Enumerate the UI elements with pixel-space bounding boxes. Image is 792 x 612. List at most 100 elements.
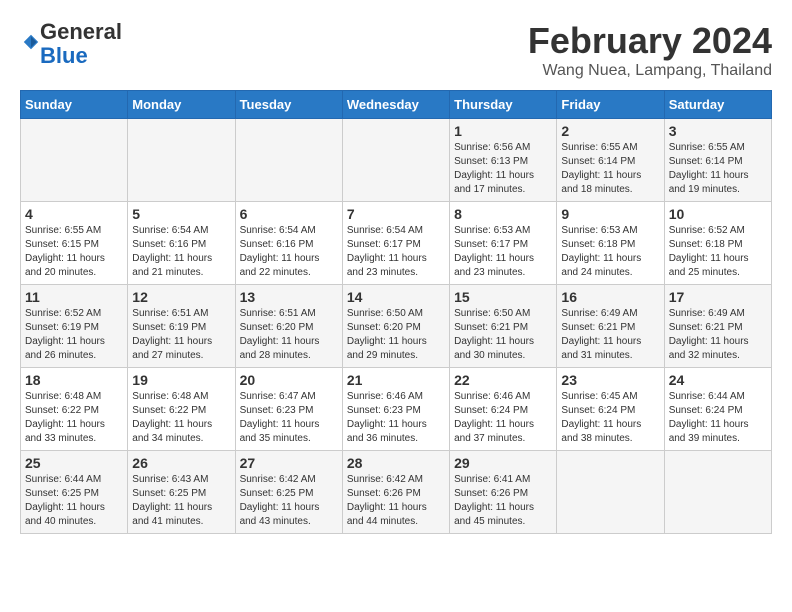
calendar-week-row: 4 Sunrise: 6:55 AM Sunset: 6:15 PM Daylig… xyxy=(21,202,772,285)
day-number: 5 xyxy=(132,206,230,222)
calendar-cell: 12 Sunrise: 6:51 AM Sunset: 6:19 PM Dayli… xyxy=(128,285,235,368)
logo-text: General Blue xyxy=(40,20,122,68)
calendar-cell xyxy=(342,119,449,202)
day-number: 20 xyxy=(240,372,338,388)
day-info: Sunrise: 6:54 AM Sunset: 6:16 PM Dayligh… xyxy=(132,224,230,280)
calendar-cell: 1Sunrise: 6:56 AM Sunset: 6:13 PM Daylig… xyxy=(450,119,557,202)
weekday-header-sunday: Sunday xyxy=(21,91,128,119)
day-number: 28 xyxy=(347,455,445,471)
calendar-cell: 21 Sunrise: 6:46 AM Sunset: 6:23 PM Dayli… xyxy=(342,368,449,451)
day-info: Sunrise: 6:48 AM Sunset: 6:22 PM Dayligh… xyxy=(132,390,230,446)
main-title: February 2024 xyxy=(528,20,772,62)
calendar-cell: 14Sunrise: 6:50 AM Sunset: 6:20 PM Dayli… xyxy=(342,285,449,368)
day-info: Sunrise: 6:42 AM Sunset: 6:26 PM Dayligh… xyxy=(347,473,445,529)
calendar-cell xyxy=(235,119,342,202)
day-info: Sunrise: 6:55 AM Sunset: 6:14 PM Dayligh… xyxy=(669,141,767,197)
logo: General Blue xyxy=(20,20,122,68)
day-number: 12 xyxy=(132,289,230,305)
calendar-cell: 2Sunrise: 6:55 AM Sunset: 6:14 PM Daylig… xyxy=(557,119,664,202)
logo-icon xyxy=(22,33,40,51)
day-number: 27 xyxy=(240,455,338,471)
day-info: Sunrise: 6:53 AM Sunset: 6:18 PM Dayligh… xyxy=(561,224,659,280)
day-number: 11 xyxy=(25,289,123,305)
day-number: 8 xyxy=(454,206,552,222)
day-number: 24 xyxy=(669,372,767,388)
calendar-cell: 16 Sunrise: 6:49 AM Sunset: 6:21 PM Dayli… xyxy=(557,285,664,368)
calendar-cell: 19 Sunrise: 6:48 AM Sunset: 6:22 PM Dayli… xyxy=(128,368,235,451)
weekday-header-monday: Monday xyxy=(128,91,235,119)
day-info: Sunrise: 6:44 AM Sunset: 6:25 PM Dayligh… xyxy=(25,473,123,529)
calendar-cell xyxy=(664,451,771,534)
calendar-cell xyxy=(128,119,235,202)
day-info: Sunrise: 6:44 AM Sunset: 6:24 PM Dayligh… xyxy=(669,390,767,446)
calendar-cell: 25 Sunrise: 6:44 AM Sunset: 6:25 PM Dayli… xyxy=(21,451,128,534)
day-number: 13 xyxy=(240,289,338,305)
day-info: Sunrise: 6:51 AM Sunset: 6:20 PM Dayligh… xyxy=(240,307,338,363)
day-number: 16 xyxy=(561,289,659,305)
day-info: Sunrise: 6:50 AM Sunset: 6:21 PM Dayligh… xyxy=(454,307,552,363)
day-info: Sunrise: 6:42 AM Sunset: 6:25 PM Dayligh… xyxy=(240,473,338,529)
day-info: Sunrise: 6:55 AM Sunset: 6:15 PM Dayligh… xyxy=(25,224,123,280)
day-number: 21 xyxy=(347,372,445,388)
day-info: Sunrise: 6:46 AM Sunset: 6:24 PM Dayligh… xyxy=(454,390,552,446)
calendar-cell: 18 Sunrise: 6:48 AM Sunset: 6:22 PM Dayli… xyxy=(21,368,128,451)
calendar-cell: 15 Sunrise: 6:50 AM Sunset: 6:21 PM Dayli… xyxy=(450,285,557,368)
day-number: 15 xyxy=(454,289,552,305)
day-info: Sunrise: 6:49 AM Sunset: 6:21 PM Dayligh… xyxy=(561,307,659,363)
calendar-cell: 3 Sunrise: 6:55 AM Sunset: 6:14 PM Daylig… xyxy=(664,119,771,202)
weekday-header-row: SundayMondayTuesdayWednesdayThursdayFrid… xyxy=(21,91,772,119)
day-number: 18 xyxy=(25,372,123,388)
day-number: 25 xyxy=(25,455,123,471)
day-number: 23 xyxy=(561,372,659,388)
calendar-cell: 17 Sunrise: 6:49 AM Sunset: 6:21 PM Dayli… xyxy=(664,285,771,368)
day-info: Sunrise: 6:51 AM Sunset: 6:19 PM Dayligh… xyxy=(132,307,230,363)
day-info: Sunrise: 6:46 AM Sunset: 6:23 PM Dayligh… xyxy=(347,390,445,446)
weekday-header-tuesday: Tuesday xyxy=(235,91,342,119)
calendar-week-row: 25 Sunrise: 6:44 AM Sunset: 6:25 PM Dayli… xyxy=(21,451,772,534)
day-info: Sunrise: 6:56 AM Sunset: 6:13 PM Dayligh… xyxy=(454,141,552,197)
day-info: Sunrise: 6:47 AM Sunset: 6:23 PM Dayligh… xyxy=(240,390,338,446)
day-info: Sunrise: 6:54 AM Sunset: 6:16 PM Dayligh… xyxy=(240,224,338,280)
day-number: 10 xyxy=(669,206,767,222)
weekday-header-thursday: Thursday xyxy=(450,91,557,119)
calendar-cell: 10Sunrise: 6:52 AM Sunset: 6:18 PM Dayli… xyxy=(664,202,771,285)
day-info: Sunrise: 6:49 AM Sunset: 6:21 PM Dayligh… xyxy=(669,307,767,363)
calendar-cell: 20 Sunrise: 6:47 AM Sunset: 6:23 PM Dayli… xyxy=(235,368,342,451)
calendar-cell: 27 Sunrise: 6:42 AM Sunset: 6:25 PM Dayli… xyxy=(235,451,342,534)
calendar-week-row: 1Sunrise: 6:56 AM Sunset: 6:13 PM Daylig… xyxy=(21,119,772,202)
weekday-header-saturday: Saturday xyxy=(664,91,771,119)
calendar-cell: 6 Sunrise: 6:54 AM Sunset: 6:16 PM Daylig… xyxy=(235,202,342,285)
day-info: Sunrise: 6:48 AM Sunset: 6:22 PM Dayligh… xyxy=(25,390,123,446)
calendar-cell: 8 Sunrise: 6:53 AM Sunset: 6:17 PM Daylig… xyxy=(450,202,557,285)
day-number: 9 xyxy=(561,206,659,222)
calendar-cell: 5 Sunrise: 6:54 AM Sunset: 6:16 PM Daylig… xyxy=(128,202,235,285)
calendar-cell xyxy=(21,119,128,202)
day-number: 4 xyxy=(25,206,123,222)
day-number: 26 xyxy=(132,455,230,471)
weekday-header-wednesday: Wednesday xyxy=(342,91,449,119)
calendar-cell: 9 Sunrise: 6:53 AM Sunset: 6:18 PM Daylig… xyxy=(557,202,664,285)
day-number: 6 xyxy=(240,206,338,222)
day-number: 3 xyxy=(669,123,767,139)
calendar-cell: 23Sunrise: 6:45 AM Sunset: 6:24 PM Dayli… xyxy=(557,368,664,451)
calendar-cell xyxy=(557,451,664,534)
day-number: 19 xyxy=(132,372,230,388)
day-number: 2 xyxy=(561,123,659,139)
calendar-cell: 24 Sunrise: 6:44 AM Sunset: 6:24 PM Dayli… xyxy=(664,368,771,451)
calendar-week-row: 11 Sunrise: 6:52 AM Sunset: 6:19 PM Dayli… xyxy=(21,285,772,368)
day-info: Sunrise: 6:52 AM Sunset: 6:19 PM Dayligh… xyxy=(25,307,123,363)
calendar-cell: 22 Sunrise: 6:46 AM Sunset: 6:24 PM Dayli… xyxy=(450,368,557,451)
day-number: 7 xyxy=(347,206,445,222)
day-info: Sunrise: 6:50 AM Sunset: 6:20 PM Dayligh… xyxy=(347,307,445,363)
day-number: 22 xyxy=(454,372,552,388)
day-number: 17 xyxy=(669,289,767,305)
day-number: 29 xyxy=(454,455,552,471)
calendar-cell: 11 Sunrise: 6:52 AM Sunset: 6:19 PM Dayli… xyxy=(21,285,128,368)
logo-blue: Blue xyxy=(40,43,88,68)
calendar-table: SundayMondayTuesdayWednesdayThursdayFrid… xyxy=(20,90,772,534)
day-info: Sunrise: 6:41 AM Sunset: 6:26 PM Dayligh… xyxy=(454,473,552,529)
day-info: Sunrise: 6:43 AM Sunset: 6:25 PM Dayligh… xyxy=(132,473,230,529)
day-info: Sunrise: 6:54 AM Sunset: 6:17 PM Dayligh… xyxy=(347,224,445,280)
day-info: Sunrise: 6:53 AM Sunset: 6:17 PM Dayligh… xyxy=(454,224,552,280)
sub-title: Wang Nuea, Lampang, Thailand xyxy=(528,62,772,80)
